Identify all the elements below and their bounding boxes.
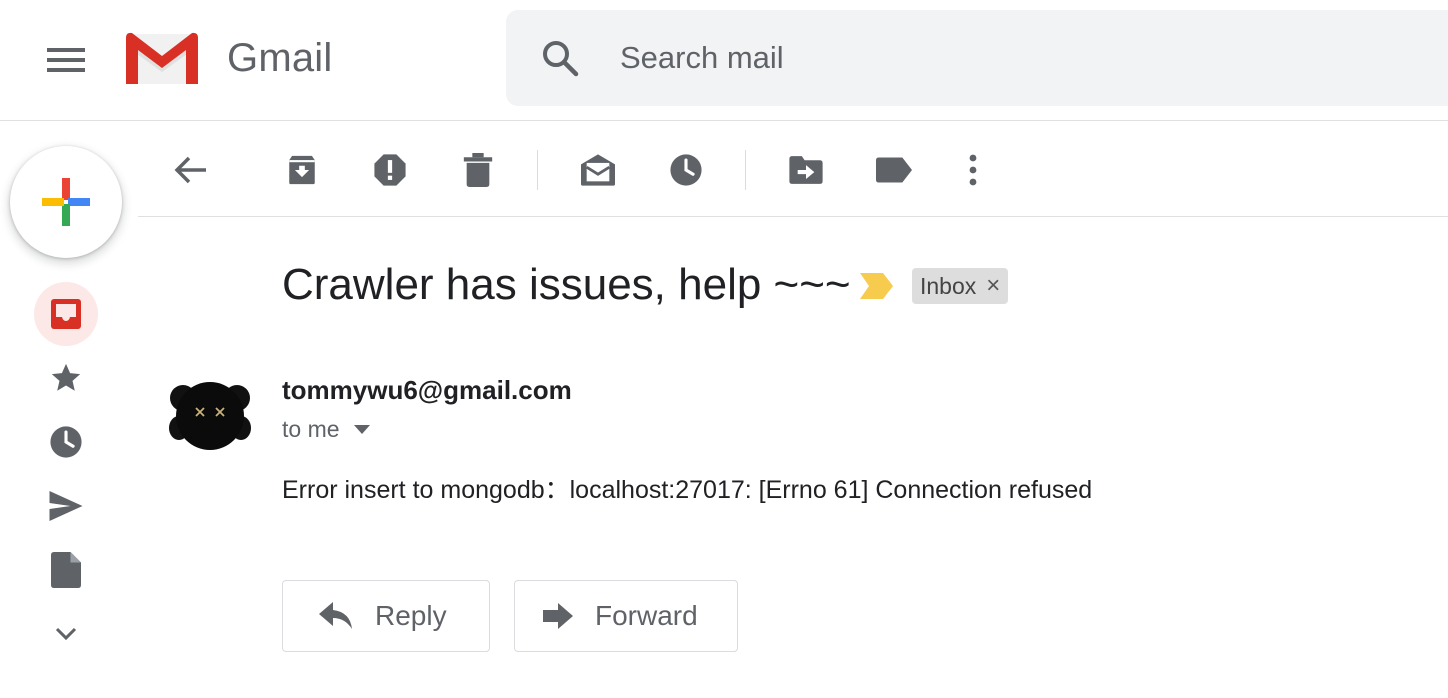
forward-arrow-icon: [543, 603, 573, 629]
reply-button[interactable]: Reply: [282, 580, 490, 652]
more-vert-icon: [969, 154, 977, 186]
compose-button[interactable]: [10, 146, 122, 258]
rail-more[interactable]: [34, 602, 98, 666]
labels-button[interactable]: [870, 146, 918, 194]
top-header: Gmail: [0, 0, 1448, 121]
archive-icon: [289, 155, 315, 185]
delete-button[interactable]: [454, 146, 502, 194]
remove-label-button[interactable]: ×: [986, 274, 1000, 298]
more-options-button[interactable]: [949, 146, 997, 194]
sender-email: tommywu6@gmail.com: [282, 375, 572, 405]
mark-unread-icon: [581, 154, 615, 186]
trash-icon: [463, 153, 493, 187]
toolbar-divider: [745, 150, 746, 190]
recipient-details-toggle[interactable]: to me: [282, 416, 370, 443]
send-icon: [49, 491, 83, 521]
reply-arrow-icon: [319, 602, 352, 629]
message-body: Error insert to mongodb：localhost:27017:…: [282, 476, 1093, 504]
snooze-button[interactable]: [662, 146, 710, 194]
archive-button[interactable]: [278, 146, 326, 194]
rail-drafts[interactable]: [34, 538, 98, 602]
message-toolbar: [138, 122, 1448, 217]
move-to-button[interactable]: [782, 146, 830, 194]
inbox-icon: [51, 299, 81, 329]
mark-unread-button[interactable]: [574, 146, 622, 194]
search-bar[interactable]: [506, 10, 1448, 106]
gmail-wordmark: Gmail: [227, 36, 333, 80]
search-input[interactable]: [618, 34, 1318, 82]
star-icon: [51, 363, 81, 391]
main-menu-button[interactable]: [36, 30, 96, 90]
back-button[interactable]: [167, 146, 215, 194]
rail-snoozed[interactable]: [34, 410, 98, 474]
search-icon[interactable]: [540, 38, 580, 78]
gmail-logo-icon[interactable]: [124, 30, 200, 86]
rail-starred[interactable]: [34, 346, 98, 410]
forward-label: Forward: [595, 600, 698, 631]
chevron-down-icon: [55, 627, 77, 641]
toolbar-divider: [537, 150, 538, 190]
move-to-icon: [789, 156, 823, 184]
snooze-clock-icon: [670, 154, 702, 186]
report-spam-icon: [374, 154, 406, 186]
draft-file-icon: [51, 552, 81, 588]
forward-button[interactable]: Forward: [514, 580, 738, 652]
report-spam-button[interactable]: [366, 146, 414, 194]
label-icon: [876, 157, 912, 183]
caret-down-icon: [353, 425, 370, 434]
importance-marker-icon[interactable]: [858, 273, 894, 299]
compose-plus-icon: [42, 178, 90, 226]
menu-icon: [47, 48, 85, 72]
back-arrow-icon: [174, 156, 206, 184]
recipient-text: to me: [282, 416, 340, 442]
clock-icon: [50, 426, 82, 458]
reply-label: Reply: [375, 600, 447, 631]
rail-sent[interactable]: [34, 474, 98, 538]
rail-inbox[interactable]: [34, 282, 98, 346]
sender-avatar[interactable]: [168, 380, 252, 452]
label-chip-text: Inbox: [920, 272, 977, 299]
inbox-label-chip: Inbox ×: [912, 268, 1009, 304]
message-subject: Crawler has issues, help ~~~: [282, 260, 851, 309]
